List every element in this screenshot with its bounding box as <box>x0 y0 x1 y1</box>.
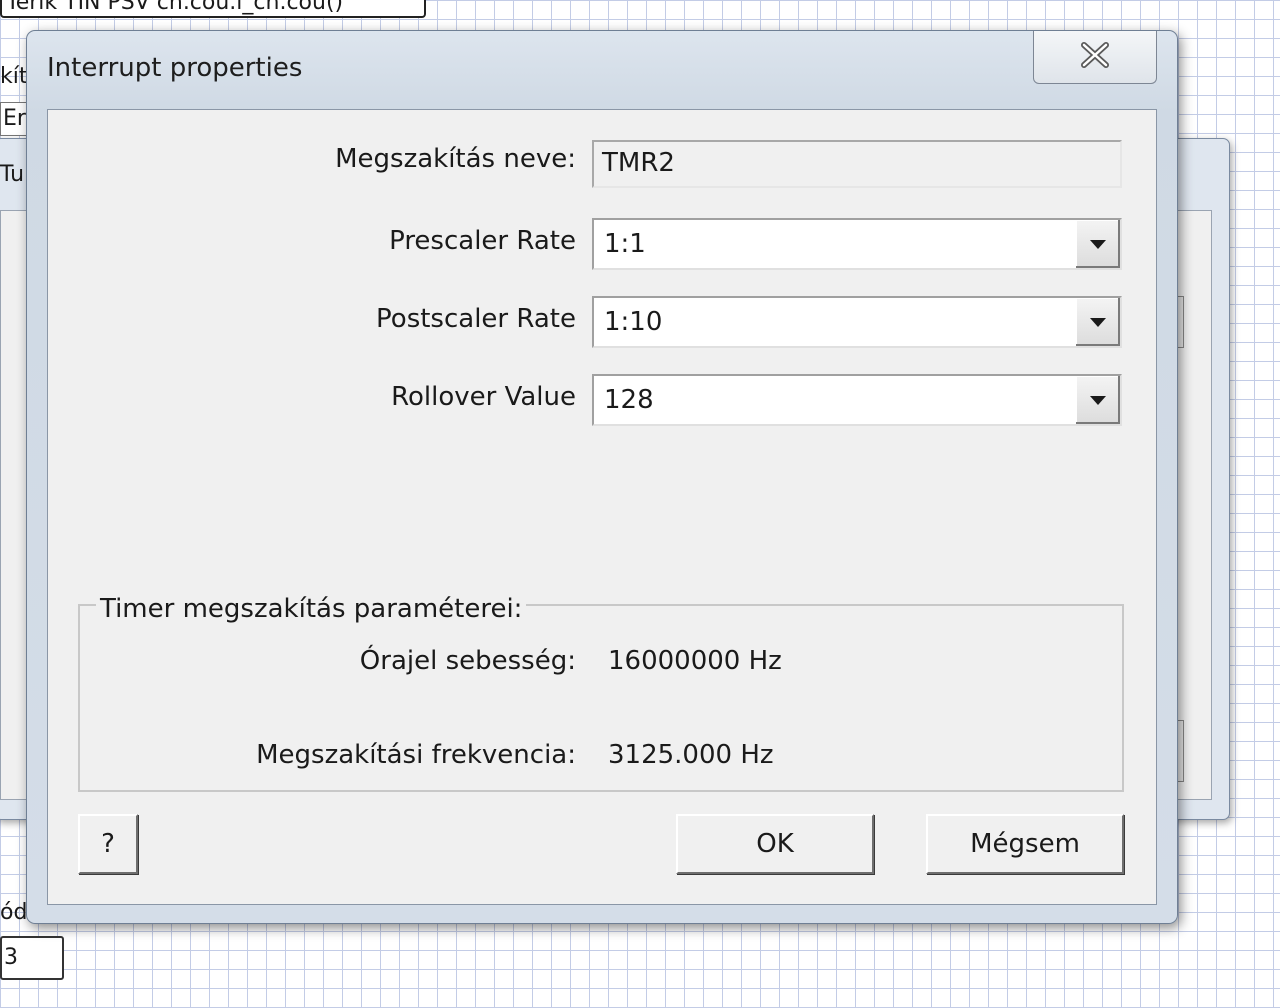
rollover-label: Rollover Value <box>391 382 576 412</box>
cancel-button[interactable]: Mégsem <box>926 814 1124 874</box>
rollover-value: 128 <box>604 385 654 415</box>
background-field-fragment-bottom: 3 <box>0 936 64 980</box>
postscaler-dropdown[interactable]: 1:10 <box>592 296 1122 348</box>
dialog-title: Interrupt properties <box>47 53 303 83</box>
clock-speed-value: 16000000 Hz <box>608 646 782 676</box>
chevron-down-icon <box>1090 235 1106 254</box>
chevron-down-icon <box>1090 391 1106 410</box>
timer-parameters-groupbox <box>78 604 1124 792</box>
dialog-client-area: Megszakítás neve: TMR2 Prescaler Rate 1:… <box>47 109 1157 905</box>
timer-parameters-legend: Timer megszakítás paraméterei: <box>96 594 527 624</box>
ok-button[interactable]: OK <box>676 814 874 874</box>
rollover-dropdown[interactable]: 128 <box>592 374 1122 426</box>
ok-button-label: OK <box>756 829 794 859</box>
interrupt-properties-dialog: Interrupt properties Megszakítás neve: T… <box>26 30 1178 924</box>
rollover-dropdown-button[interactable] <box>1074 376 1120 424</box>
background-top-field-text: Terik TIN PSV ch.cou.i_ch.cou() <box>6 0 344 15</box>
close-x-icon <box>1078 41 1112 73</box>
interrupt-frequency-label: Megszakítási frekvencia: <box>256 740 576 770</box>
close-button[interactable] <box>1033 31 1157 84</box>
chevron-down-icon <box>1090 313 1106 332</box>
prescaler-label: Prescaler Rate <box>389 226 576 256</box>
interrupt-name-label: Megszakítás neve: <box>335 144 576 174</box>
background-label-fragment: kít <box>0 64 28 89</box>
interrupt-frequency-value: 3125.000 Hz <box>608 740 774 770</box>
help-button-label: ? <box>101 829 115 859</box>
postscaler-value: 1:10 <box>604 307 663 337</box>
interrupt-name-field: TMR2 <box>592 140 1122 188</box>
prescaler-dropdown[interactable]: 1:1 <box>592 218 1122 270</box>
interrupt-name-value: TMR2 <box>602 148 675 178</box>
postscaler-label: Postscaler Rate <box>376 304 576 334</box>
prescaler-value: 1:1 <box>604 229 646 259</box>
prescaler-dropdown-button[interactable] <box>1074 220 1120 268</box>
background-top-field: Terik TIN PSV ch.cou.i_ch.cou() <box>0 0 426 18</box>
postscaler-dropdown-button[interactable] <box>1074 298 1120 346</box>
clock-speed-label: Órajel sebesség: <box>359 646 576 676</box>
help-button[interactable]: ? <box>78 814 138 874</box>
background-window-title: Tu <box>0 162 25 187</box>
cancel-button-label: Mégsem <box>970 829 1080 859</box>
